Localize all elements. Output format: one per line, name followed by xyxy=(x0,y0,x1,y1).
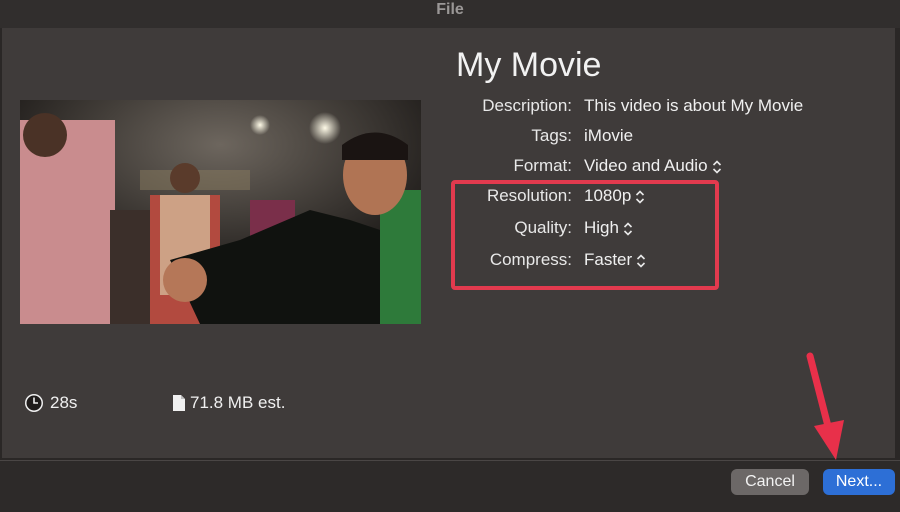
document-icon xyxy=(173,395,185,411)
video-thumbnail xyxy=(20,100,421,324)
window-title: File xyxy=(436,1,464,18)
cancel-button[interactable]: Cancel xyxy=(731,469,809,495)
tags-field[interactable]: iMovie xyxy=(584,126,633,146)
field-description: Description: This video is about My Movi… xyxy=(440,96,860,120)
highlight-box xyxy=(451,180,719,290)
format-label: Format: xyxy=(513,156,572,175)
description-label: Description: xyxy=(482,96,572,115)
size-value: 71.8 MB est. xyxy=(190,393,286,412)
description-field[interactable]: This video is about My Movie xyxy=(584,96,803,116)
chevron-updown-icon xyxy=(712,159,721,174)
field-tags: Tags: iMovie xyxy=(440,126,860,150)
tags-label: Tags: xyxy=(531,126,572,145)
field-format: Format: Video and Audio xyxy=(440,156,860,180)
format-value: Video and Audio xyxy=(584,156,708,175)
clock-icon xyxy=(25,394,43,412)
duration-value: 28s xyxy=(50,393,78,412)
next-button[interactable]: Next... xyxy=(823,469,895,495)
movie-title[interactable]: My Movie xyxy=(456,46,601,85)
duration-stat: 28s xyxy=(24,392,77,414)
window-titlebar: File xyxy=(0,0,900,28)
annotation-arrow-icon xyxy=(806,352,844,460)
size-stat: 71.8 MB est. xyxy=(172,392,285,414)
format-select[interactable]: Video and Audio xyxy=(584,156,722,176)
